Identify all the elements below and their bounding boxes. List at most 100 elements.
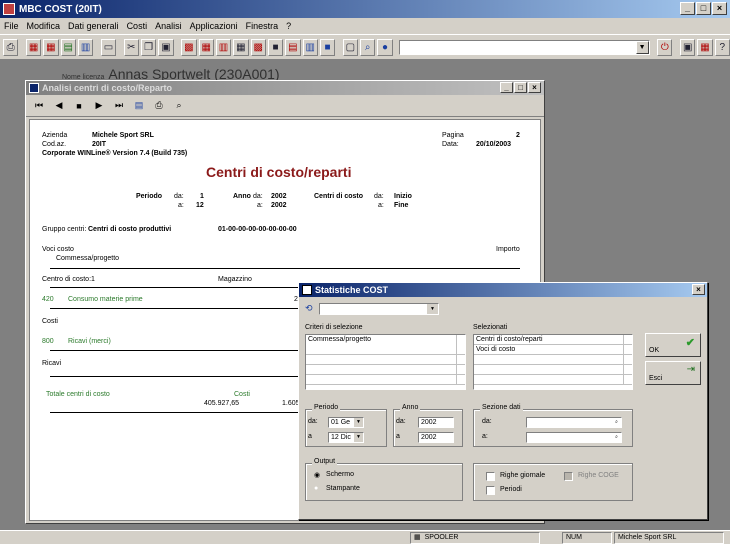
first-page-icon[interactable]: ⏮ [30,97,48,115]
lookup-icon[interactable]: ⌕ [612,418,621,427]
print-icon[interactable]: ⎙ [150,97,168,115]
stop-icon[interactable]: ■ [70,97,88,115]
menu-finestra[interactable]: Finestra [246,21,279,31]
list-item[interactable]: Centri di costo/reparti [474,335,632,345]
stampante-label[interactable]: Stampante [326,485,360,492]
module-icon-3[interactable]: ▤ [60,38,76,56]
menu-file[interactable]: File [4,21,19,31]
menu-costi[interactable]: Costi [127,21,148,31]
centri-da-label: da: [374,193,384,200]
menu-dati-generali[interactable]: Dati generali [68,21,119,31]
righe-giornale-checkbox[interactable] [486,472,495,481]
criteri-list[interactable]: Commessa/progetto [305,334,466,390]
lookup-icon[interactable]: ⌕ [612,433,621,442]
report-maximize-button[interactable]: □ [514,82,527,93]
dialog-combo[interactable]: ▼ [319,303,439,315]
row2-desc[interactable]: Ricavi (merci) [68,338,111,345]
selezionati-list[interactable]: Centri di costo/reparti Voci di costo [473,334,633,390]
globe-icon[interactable]: ● [377,38,393,56]
sezione-da-field[interactable]: ⌕ [526,417,622,428]
search-icon[interactable]: ⌕ [360,38,376,56]
report-minimize-button[interactable]: _ [500,82,513,93]
anno-da-field[interactable]: 2002 [418,417,454,428]
last-page-icon[interactable]: ⏭ [110,97,128,115]
close-button[interactable]: × [712,2,727,15]
stats-icon-9[interactable]: ■ [319,38,336,56]
minimize-button[interactable]: _ [680,2,695,15]
stats-icon-4[interactable]: ▦ [233,38,249,56]
row1-code[interactable]: 420 [42,296,54,303]
chevron-down-icon[interactable]: ▼ [354,418,363,427]
chevron-down-icon[interactable]: ▼ [427,304,438,314]
importo-header: Importo [496,246,520,253]
menu-modifica[interactable]: Modifica [27,21,61,31]
stats-icon-7[interactable]: ▤ [285,38,301,56]
menu-applicazioni[interactable]: Applicazioni [190,21,238,31]
calendar-icon[interactable]: ▦ [697,38,713,56]
codaz-label: Cod.az. [42,141,67,148]
menu-analisi[interactable]: Analisi [155,21,182,31]
periodo-label: Periodo [136,193,163,200]
list-item[interactable] [474,355,632,365]
refresh-icon[interactable]: ⟲ [305,303,313,314]
exit-door-icon: ⇥ [686,364,695,375]
periodo-da-select[interactable]: 01 Ge ▼ [328,417,364,428]
dialog-close-button[interactable]: × [692,284,705,295]
cut-icon[interactable]: ✂ [123,38,139,56]
menu-help[interactable]: ? [286,21,291,31]
chevron-down-icon[interactable]: ▼ [635,40,649,54]
righe-coge-checkbox[interactable] [564,472,573,481]
list-item[interactable]: Commessa/progetto [306,335,465,345]
stats-icon-1[interactable]: ▩ [181,38,197,56]
next-page-icon[interactable]: ▶ [90,97,108,115]
window-icon[interactable]: ▣ [680,38,696,56]
stats-icon-3[interactable]: ▥ [215,38,232,56]
stats-icon-8[interactable]: ▥ [302,38,318,56]
periodo-da-value: 1 [200,193,204,200]
paste-icon[interactable]: ▣ [158,38,174,56]
spooler-icon: ▦ [414,534,421,541]
module-icon-2[interactable]: ▦ [43,38,59,56]
report-close-button[interactable]: × [528,82,541,93]
ok-button[interactable]: ✔ OK [645,333,701,357]
zoom-icon[interactable]: ⌕ [170,97,188,115]
list-item[interactable] [306,365,465,375]
periodi-label: Periodi [500,486,522,493]
stats-icon-2[interactable]: ▦ [198,38,214,56]
row2-code[interactable]: 800 [42,338,54,345]
stats-icon-5[interactable]: ▩ [250,38,266,56]
esci-button[interactable]: ⇥ Esci [645,361,701,385]
help-icon[interactable]: ? [714,38,730,56]
prev-page-icon[interactable]: ◀ [50,97,68,115]
export-icon[interactable]: ▤ [130,97,148,115]
note-icon[interactable]: ▢ [342,38,359,56]
centri-label: Centri di costo [314,193,364,200]
anno-a-label: a [396,433,400,440]
row1-desc[interactable]: Consumo materie prime [68,296,143,303]
list-item[interactable]: Voci di costo [474,345,632,355]
maximize-button[interactable]: □ [696,2,711,15]
schermo-radio-icon[interactable]: ◉ [314,471,320,479]
periodo-a-select[interactable]: 12 Dic ▼ [328,432,364,443]
user-panel: Michele Sport SRL [614,532,724,544]
stampante-radio-icon[interactable]: ● [314,485,318,492]
module-icon-4[interactable]: ▥ [77,38,94,56]
schermo-label[interactable]: Schermo [326,471,354,478]
list-item[interactable] [474,375,632,385]
copy-icon[interactable]: ❐ [140,38,157,56]
list-item[interactable] [474,365,632,375]
stats-icon-6[interactable]: ■ [267,38,284,56]
list-item[interactable] [306,375,465,385]
toolbar-combo[interactable]: ▼ [398,39,650,55]
form-icon[interactable]: ▭ [100,38,117,56]
exit-icon[interactable]: ⏻ [657,38,673,56]
voci-costo-header: Voci costo [42,246,74,253]
list-item[interactable] [306,355,465,365]
chevron-down-icon[interactable]: ▼ [354,433,363,442]
print-icon[interactable]: ⎙ [3,38,19,56]
list-item[interactable] [306,345,465,355]
periodi-checkbox[interactable] [486,486,495,495]
anno-a-field[interactable]: 2002 [418,432,454,443]
module-icon-1[interactable]: ▦ [25,38,42,56]
sezione-a-field[interactable]: ⌕ [526,432,622,443]
